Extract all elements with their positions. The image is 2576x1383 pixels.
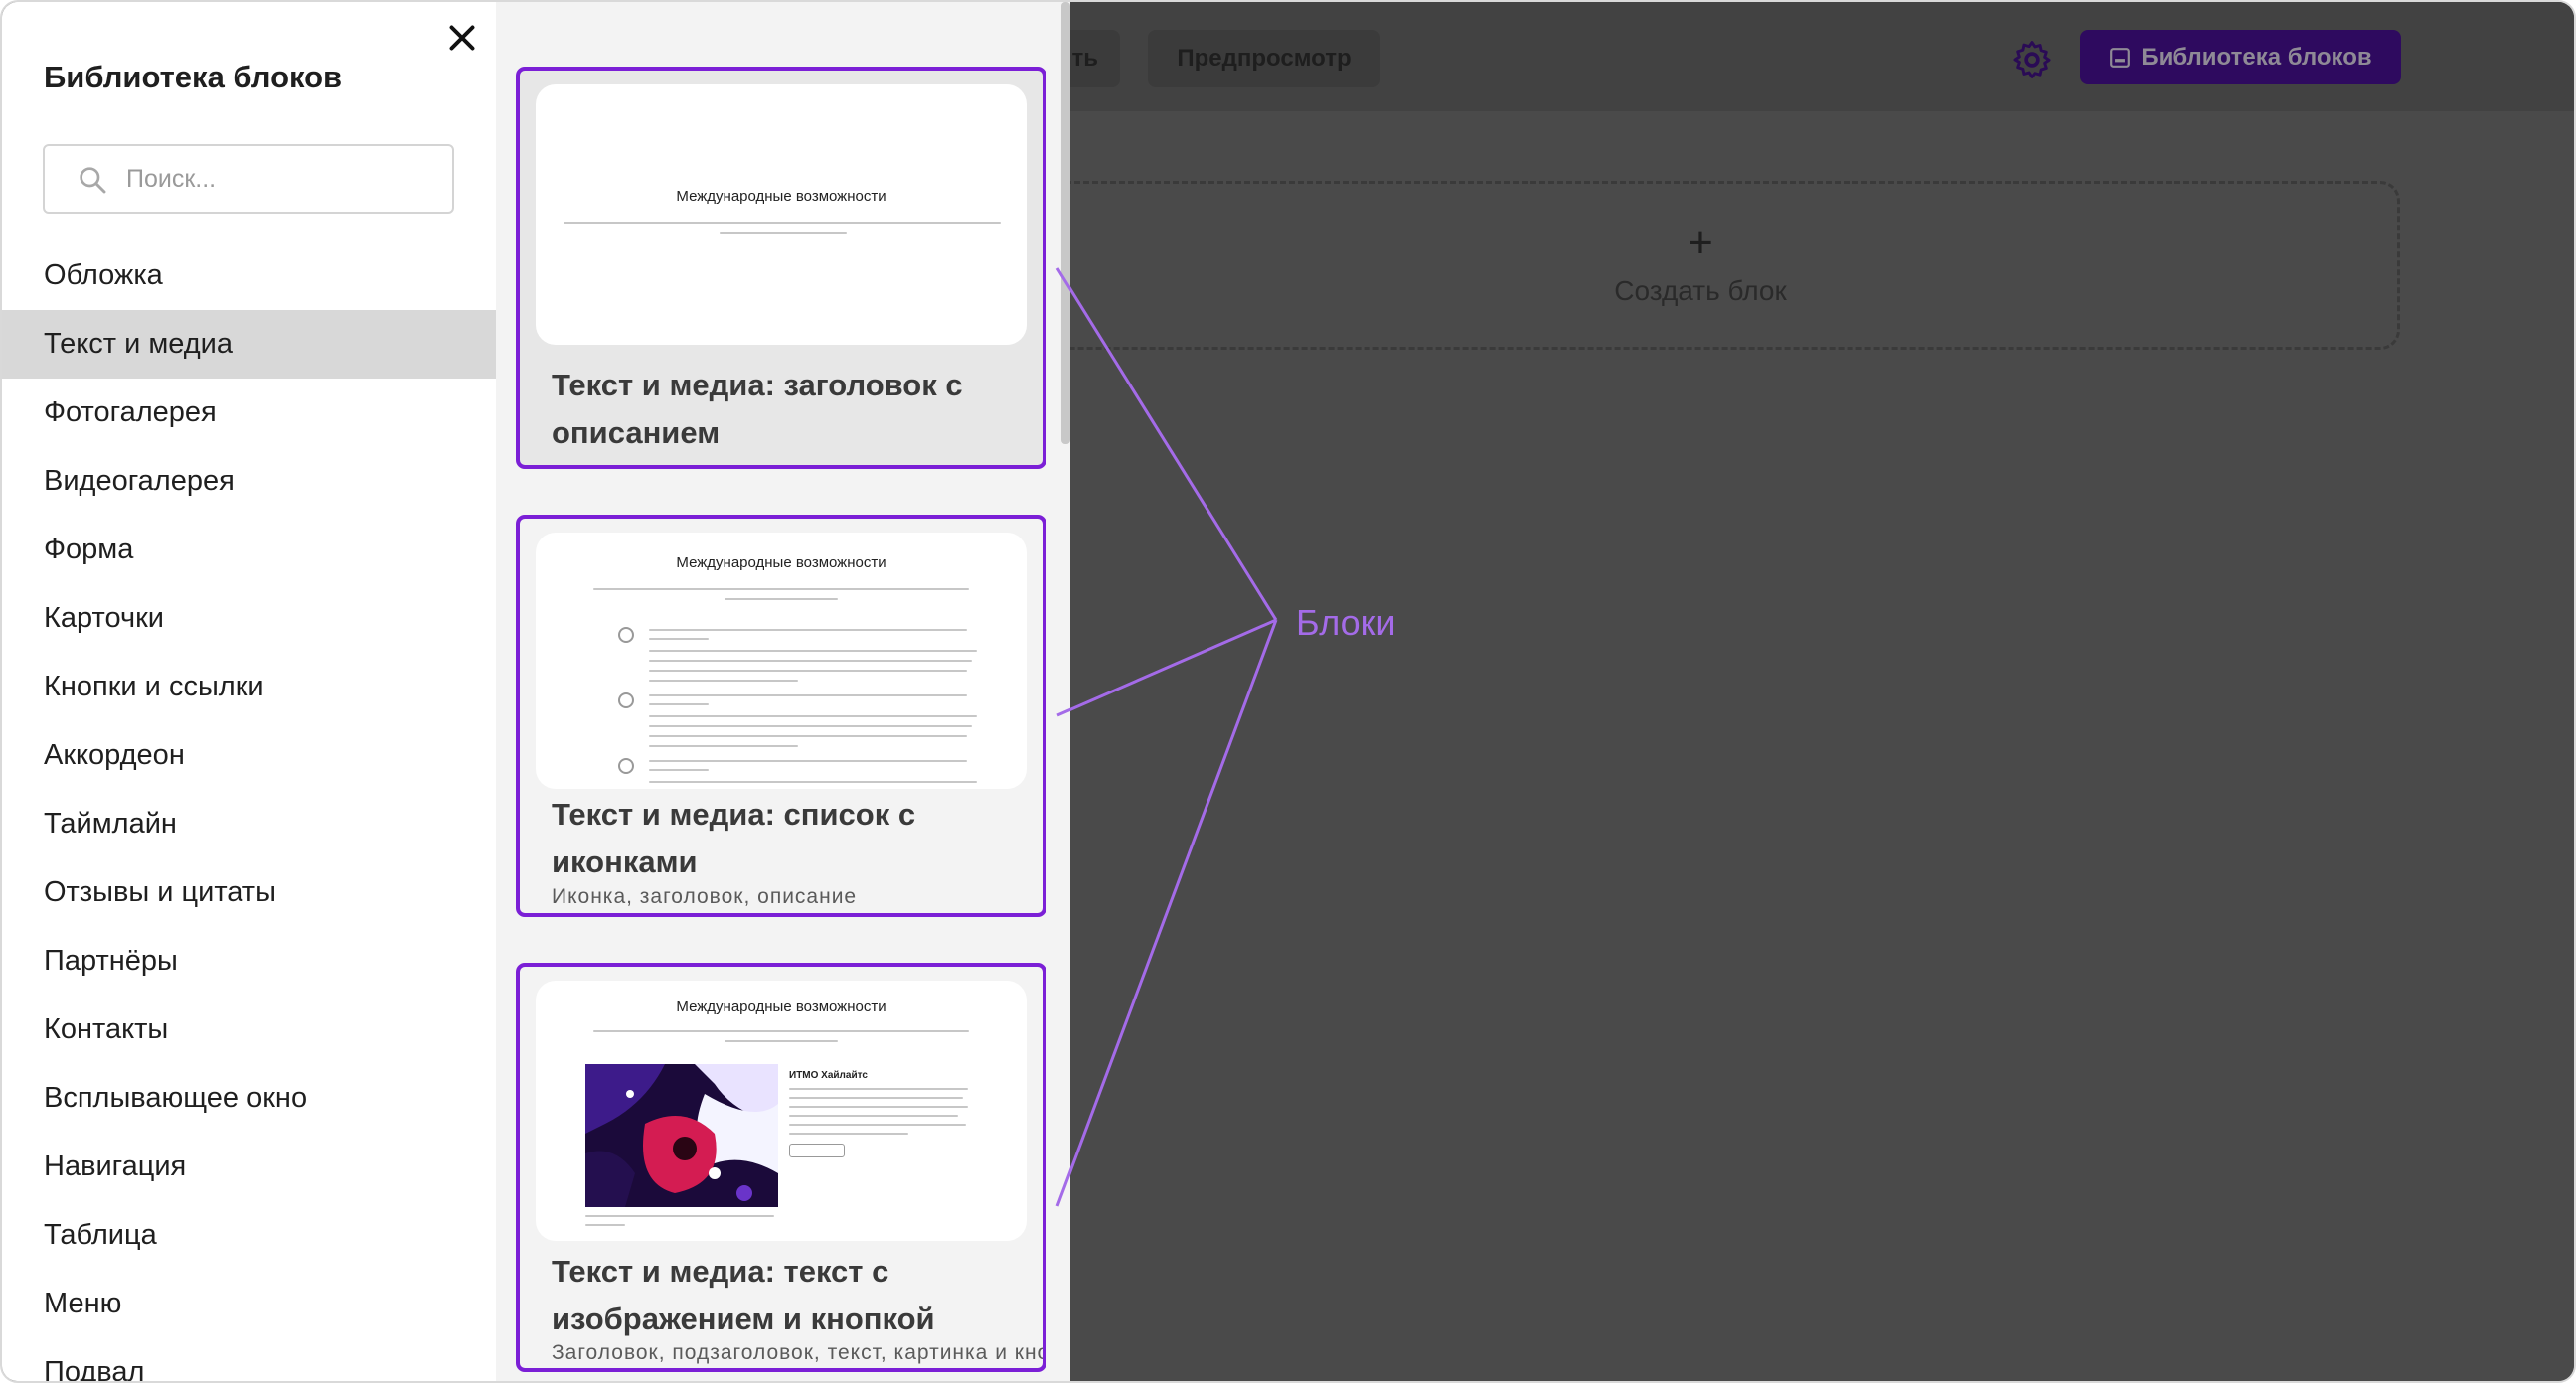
library-icon — [2110, 47, 2131, 68]
preview-title: Международные возможности — [676, 999, 886, 1015]
block-card[interactable]: Международные возможности — [516, 963, 1046, 1372]
create-block-label: Создать блок — [1614, 275, 1787, 306]
block-preview: Международные возможности — [536, 981, 1027, 1241]
preview-title: Международные возможности — [676, 188, 886, 205]
category-item[interactable]: Фотогалерея — [2, 379, 496, 447]
category-item[interactable]: Подвал — [2, 1338, 496, 1381]
check-circle-icon — [618, 627, 634, 643]
block-card-description: Иконка, заголовок, описание — [552, 885, 858, 908]
block-preview: Международные возможности — [536, 84, 1027, 345]
category-item[interactable]: Аккордеон — [2, 721, 496, 790]
block-card-title: Текст и медиа: список с иконками — [552, 797, 916, 879]
block-cards-list: Международные возможности Текст и медиа:… — [496, 2, 1070, 1381]
block-card[interactable]: Международные возможности — [516, 515, 1046, 917]
block-library-button-label: Библиотека блоков — [2141, 44, 2372, 71]
gear-icon[interactable] — [2011, 38, 2054, 81]
app-window: ть Предпросмотр Библиотека блоков + Созд… — [0, 0, 2576, 1383]
check-circle-icon — [618, 758, 634, 774]
category-item[interactable]: Партнёры — [2, 927, 496, 996]
plus-icon: + — [1688, 219, 1713, 267]
category-item[interactable]: Форма — [2, 516, 496, 584]
block-card-title: Текст и медиа: текст с изображением и кн… — [552, 1254, 935, 1336]
search-input[interactable] — [126, 146, 444, 212]
category-item[interactable]: Обложка — [2, 241, 496, 310]
category-item[interactable]: Контакты — [2, 996, 496, 1064]
category-item[interactable]: Всплывающее окно — [2, 1064, 496, 1133]
abstract-paint-image — [585, 1064, 778, 1207]
preview-title: Международные возможности — [676, 554, 886, 571]
block-card[interactable]: Международные возможности Текст и медиа:… — [516, 67, 1046, 469]
scrollbar[interactable] — [1061, 2, 1070, 444]
category-item[interactable]: Видеогалерея — [2, 447, 496, 516]
block-preview: Международные возможности — [536, 533, 1027, 789]
category-item[interactable]: Меню — [2, 1270, 496, 1338]
search-icon — [80, 167, 106, 194]
block-card-description: Заголовок, подзаголовок, текст, картинка… — [552, 1341, 1046, 1364]
category-item[interactable]: Кнопки и ссылки — [2, 653, 496, 721]
search-box — [43, 144, 454, 214]
category-item-active[interactable]: Текст и медиа — [2, 310, 496, 379]
category-item[interactable]: Отзывы и цитаты — [2, 858, 496, 927]
close-icon[interactable] — [444, 20, 480, 56]
category-item[interactable]: Таймлайн — [2, 790, 496, 858]
preview-subtitle: ИТМО Хайлайтс — [789, 1070, 868, 1081]
annotation-label: Блоки — [1296, 602, 1396, 643]
block-card-title: Текст и медиа: заголовок с описанием — [552, 368, 963, 450]
preview-button — [789, 1144, 845, 1157]
category-item[interactable]: Таблица — [2, 1201, 496, 1270]
category-item[interactable]: Карточки — [2, 584, 496, 653]
panel-title: Библиотека блоков — [44, 60, 343, 94]
category-item[interactable]: Навигация — [2, 1133, 496, 1201]
block-library-button[interactable]: Библиотека блоков — [2080, 30, 2401, 84]
check-circle-icon — [618, 692, 634, 708]
category-list: Обложка Текст и медиа Фотогалерея Видеог… — [2, 241, 496, 1381]
category-sidebar: Библиотека блоков Обложка Текст и медиа … — [2, 2, 496, 1381]
block-library-panel: Библиотека блоков Обложка Текст и медиа … — [2, 2, 1070, 1381]
preview-button[interactable]: Предпросмотр — [1148, 30, 1380, 87]
create-block-button[interactable]: + Создать блок — [1001, 181, 2400, 350]
